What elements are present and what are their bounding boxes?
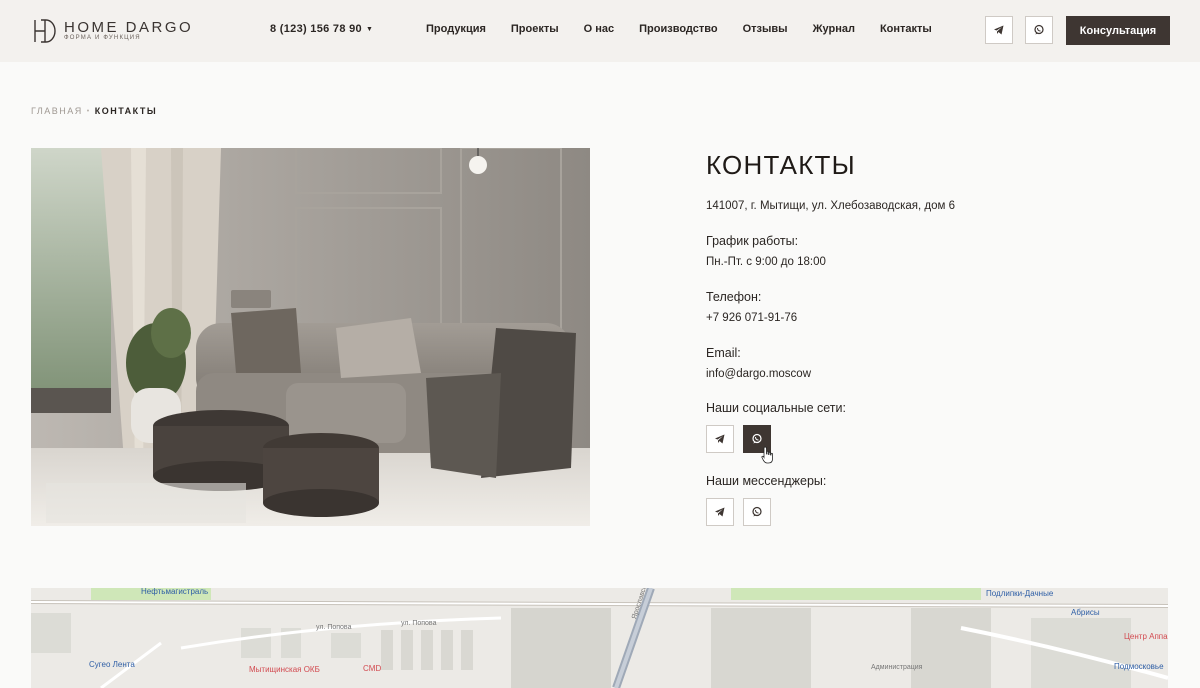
nav-item-journal[interactable]: Журнал <box>813 23 855 35</box>
telegram-icon <box>715 507 725 517</box>
main-nav: Продукция Проекты О нас Производство Отз… <box>426 23 957 35</box>
header-phone[interactable]: 8 (123) 156 78 90 ▼ <box>270 23 373 35</box>
whatsapp-icon <box>1034 24 1044 35</box>
whatsapp-icon <box>752 433 762 444</box>
schedule-label: График работы: <box>706 234 799 248</box>
messenger-telegram-button[interactable] <box>706 498 734 526</box>
chevron-down-icon: ▼ <box>365 26 374 33</box>
map-label-hospital: Мытищинская ОКБ <box>249 665 320 674</box>
site-header: HOME DARGO форма и функция 8 (123) 156 7… <box>0 0 1200 62</box>
breadcrumb: Главная • Контакты <box>31 106 157 116</box>
map-tiles <box>31 588 1168 688</box>
page-title: КОНТАКТЫ <box>706 150 856 180</box>
phone-label: Телефон: <box>706 290 762 304</box>
nav-item-contacts[interactable]: Контакты <box>880 23 932 35</box>
social-telegram-button[interactable] <box>706 425 734 453</box>
social-label: Наши социальные сети: <box>706 401 846 415</box>
nav-item-about[interactable]: О нас <box>584 23 615 35</box>
map-label-neftmagistral: Нефтьмагистраль <box>141 588 209 596</box>
breadcrumb-home-link[interactable]: Главная <box>31 106 83 116</box>
map-label-street-popova-1: ул. Попова <box>316 624 352 631</box>
logo-tagline: форма и функция <box>64 35 141 41</box>
map-label-cmd: CMD <box>363 664 382 673</box>
email-label: Email: <box>706 346 741 360</box>
breadcrumb-separator-icon: • <box>86 108 91 115</box>
nav-item-reviews[interactable]: Отзывы <box>743 23 788 35</box>
map-label-admin: Администрация <box>871 664 923 671</box>
interior-photo <box>31 148 590 526</box>
nav-item-products[interactable]: Продукция <box>426 23 486 35</box>
header-phone-number: 8 (123) 156 78 90 <box>270 23 362 35</box>
whatsapp-icon <box>752 506 762 517</box>
header-telegram-button[interactable] <box>985 16 1013 44</box>
logo-name: HOME DARGO <box>64 19 194 36</box>
map-label-podmoskovye: Подмосковье <box>1114 662 1164 671</box>
map-label-cosmetology: Центр Аппаратной Косметологии <box>1124 632 1168 641</box>
location-map[interactable]: Нефтьмагистраль Подлипки-Дачные Абрисы С… <box>31 588 1168 688</box>
address-text: 141007, г. Мытищи, ул. Хлебозаводская, д… <box>706 200 956 212</box>
nav-item-production[interactable]: Производство <box>639 23 717 35</box>
email-link[interactable]: info@dargo.moscow <box>706 368 811 380</box>
map-label-street-popova-2: ул. Попова <box>401 620 437 627</box>
phone-link[interactable]: +7 926 071-91-76 <box>706 312 797 324</box>
messenger-whatsapp-button[interactable] <box>743 498 771 526</box>
map-label-podlipki: Подлипки-Дачные <box>986 589 1054 598</box>
map-label-abrisy: Абрисы <box>1071 608 1100 617</box>
nav-item-projects[interactable]: Проекты <box>511 23 559 35</box>
logo[interactable]: HOME DARGO форма и функция <box>32 18 212 44</box>
interior-photo-image <box>31 148 590 526</box>
telegram-icon <box>715 434 725 444</box>
header-whatsapp-button[interactable] <box>1025 16 1053 44</box>
hand-cursor-icon <box>761 446 773 464</box>
messengers-label: Наши мессенджеры: <box>706 474 827 488</box>
breadcrumb-current: Контакты <box>94 106 158 116</box>
map-label-lenta: Сугео Лента <box>89 660 135 669</box>
consultation-button[interactable]: Консультация <box>1066 16 1170 45</box>
telegram-icon <box>994 25 1004 35</box>
logo-mark-icon <box>34 19 56 43</box>
schedule-value: Пн.-Пт. с 9:00 до 18:00 <box>706 256 826 268</box>
